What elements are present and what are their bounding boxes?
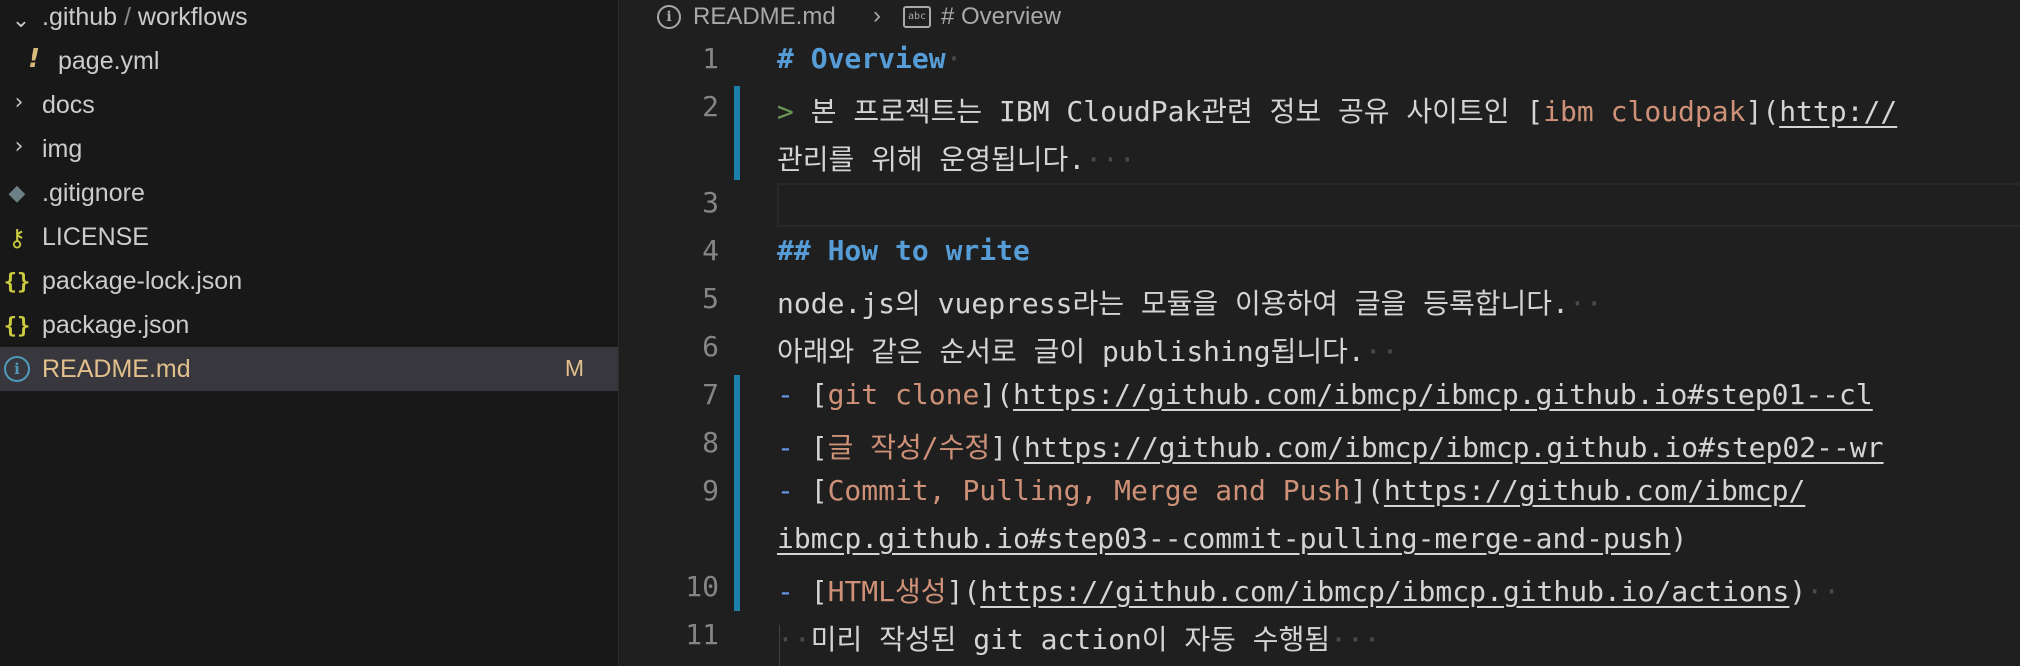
folder-path: .github / workflows: [42, 3, 248, 31]
code-line-9[interactable]: - [Commit, Pulling, Merge and Push](http…: [777, 474, 1805, 507]
tree-item-license[interactable]: ⚷ LICENSE: [0, 216, 618, 260]
tree-item-label: package.json: [42, 311, 190, 339]
line-number: 3: [702, 186, 719, 219]
json-icon: {}: [3, 314, 31, 339]
explorer-sidebar: ⌄ .github / workflows ! page.yml › docs …: [0, 0, 619, 666]
tree-item-label: README.md: [42, 355, 191, 383]
tree-folder-img[interactable]: › img: [0, 128, 618, 172]
line-number: 11: [685, 618, 719, 651]
line-number: 8: [702, 426, 719, 459]
code-line-5[interactable]: node.js의 vuepress라는 모듈을 이용하여 글을 등록합니다.··: [777, 282, 1603, 322]
chevron-down-icon: ⌄: [11, 8, 31, 33]
tree-item-package-lock-json[interactable]: {} package-lock.json: [0, 260, 618, 304]
code-line-2[interactable]: > 본 프로젝트는 IBM CloudPak관련 정보 공유 사이트인 [ibm…: [777, 90, 1897, 130]
chevron-right-icon: ›: [873, 2, 881, 29]
code-line-8[interactable]: - [글 작성/수정](https://github.com/ibmcp/ibm…: [777, 426, 1884, 466]
line-number: 2: [702, 90, 719, 123]
line-number: 1: [702, 42, 719, 75]
tree-item-label: img: [42, 135, 83, 163]
code-line-9-wrap[interactable]: ibmcp.github.io#step03--commit-pulling-m…: [777, 522, 1687, 555]
json-icon: {}: [3, 270, 31, 295]
tree-item-label: page.yml: [58, 47, 160, 75]
code-line-4[interactable]: ## How to write: [777, 234, 1030, 267]
tree-item-label: LICENSE: [42, 223, 149, 251]
code-line-6[interactable]: 아래와 같은 순서로 글이 publishing됩니다.··: [777, 330, 1398, 370]
info-icon: i: [4, 356, 30, 382]
string-symbol-icon: abc: [903, 6, 931, 28]
current-line-highlight: [777, 183, 2020, 227]
gutter-modified-bar: [734, 86, 740, 180]
tree-item-package-json[interactable]: {} package.json: [0, 304, 618, 348]
chevron-right-icon: ›: [14, 90, 24, 115]
breadcrumb-symbol[interactable]: # Overview: [941, 3, 1061, 31]
git-modified-badge: M: [564, 355, 584, 381]
tree-item-page-yml[interactable]: ! page.yml: [0, 40, 618, 84]
line-number: 5: [702, 282, 719, 315]
tree-item-label: .gitignore: [42, 179, 145, 207]
chevron-right-icon: ›: [14, 134, 24, 159]
line-number: 6: [702, 330, 719, 363]
line-number: 10: [685, 570, 719, 603]
tree-folder-docs[interactable]: › docs: [0, 84, 618, 128]
tree-folder-github-workflows[interactable]: ⌄ .github / workflows: [0, 0, 618, 44]
tree-item-label: docs: [42, 91, 95, 119]
yaml-icon: !: [28, 44, 40, 74]
breadcrumb-file[interactable]: README.md: [693, 3, 836, 31]
line-number: 9: [702, 474, 719, 507]
code-line-11[interactable]: ··미리 작성된 git action이 자동 수행됨···: [777, 618, 1381, 658]
code-line-1[interactable]: # Overview·: [777, 42, 962, 75]
line-number: 7: [702, 378, 719, 411]
editor-pane[interactable]: i README.md › abc # Overview 1 2 3 4 5 6…: [619, 0, 2020, 666]
tree-item-gitignore[interactable]: ◆ .gitignore: [0, 172, 618, 216]
code-line-2-wrap[interactable]: 관리를 위해 운영됩니다.···: [777, 138, 1136, 178]
code-line-7[interactable]: - [git clone](https://github.com/ibmcp/i…: [777, 378, 1873, 411]
git-icon: ◆: [8, 181, 26, 206]
code-line-10[interactable]: - [HTML생성](https://github.com/ibmcp/ibmc…: [777, 570, 1840, 610]
key-icon: ⚷: [8, 224, 26, 252]
tree-item-label: package-lock.json: [42, 267, 243, 295]
line-number: 4: [702, 234, 719, 267]
breadcrumb: i README.md › abc # Overview: [619, 0, 2020, 34]
info-icon: i: [657, 5, 681, 29]
gutter-modified-bar: [734, 375, 740, 611]
tree-item-readme-md[interactable]: i README.md M: [0, 347, 618, 391]
